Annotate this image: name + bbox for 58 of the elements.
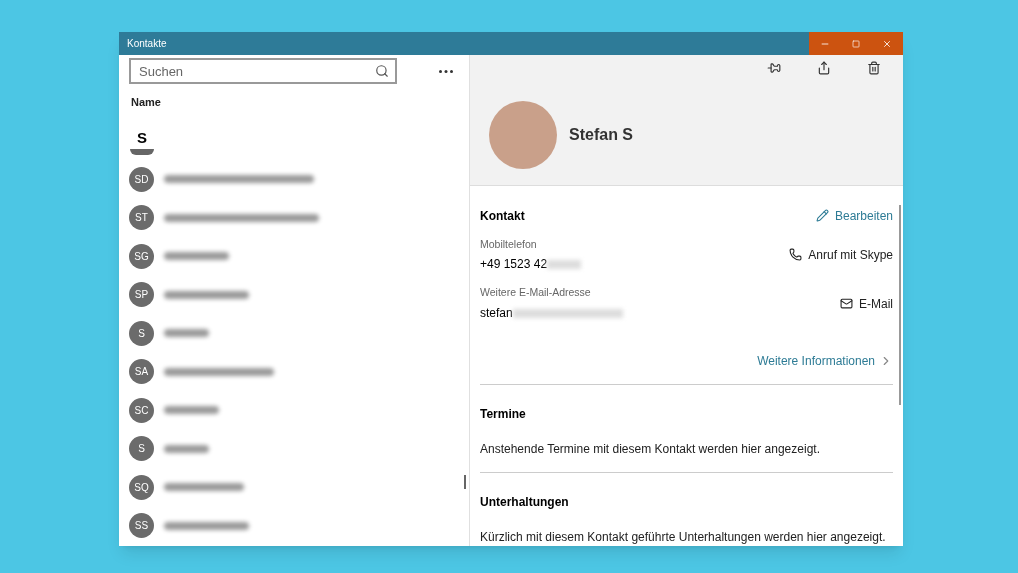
contact-list-item[interactable]: SS — [119, 506, 469, 545]
section-title: Unterhaltungen — [480, 494, 570, 511]
contact-list-item[interactable]: SQ — [119, 468, 469, 507]
initials-avatar: S — [129, 320, 154, 346]
scrollbar — [464, 475, 466, 489]
contact-list-item[interactable]: SP — [119, 275, 469, 314]
contact-list-item[interactable]: SA — [119, 352, 469, 391]
initials-avatar: SS — [129, 513, 154, 539]
more-button[interactable] — [439, 69, 453, 73]
envelope-icon — [840, 297, 853, 311]
maximize-icon — [851, 39, 860, 48]
initials-avatar: S — [129, 436, 154, 462]
delete-icon — [867, 61, 881, 75]
blurred-name — [164, 444, 209, 453]
blurred-name — [164, 252, 229, 261]
window-title: Kontakte — [127, 37, 168, 51]
blurred-name — [164, 406, 219, 415]
field-label: Weitere E-Mail-Adresse — [480, 285, 592, 301]
initials-avatar: SA — [129, 359, 154, 385]
section-title: Termine — [480, 406, 527, 423]
field-value: +49 1523 42 — [480, 256, 548, 274]
initials-avatar: SC — [129, 397, 154, 423]
edit-link[interactable]: Bearbeiten — [815, 206, 893, 225]
search-icon — [375, 64, 389, 78]
redacted-text — [547, 259, 582, 269]
contact-list-item[interactable]: SD — [119, 160, 469, 199]
pin-icon — [767, 61, 781, 75]
section-text: Kürzlich mit diesem Kontakt geführte Unterhaltungen werden hier angezeigt. — [480, 529, 887, 546]
pin-button[interactable] — [767, 61, 781, 75]
field-value: stefan — [480, 305, 513, 322]
contact-list-item[interactable]: SC — [119, 391, 469, 430]
share-button[interactable] — [817, 61, 831, 75]
contact-list-item[interactable]: SG — [119, 237, 469, 276]
field-label: Mobiltelefon — [480, 236, 538, 252]
call-link[interactable]: Anruf mit Skype — [789, 245, 893, 264]
contact-list-item[interactable]: ST — [119, 198, 469, 237]
blurred-name — [164, 329, 209, 338]
more-icon — [439, 69, 453, 73]
more-info-link[interactable]: Weitere Informationen — [757, 352, 893, 370]
initials-avatar: SP — [129, 282, 154, 308]
initials-avatar: ST — [129, 205, 154, 231]
share-icon — [817, 61, 831, 75]
list-heading: Name — [131, 95, 161, 110]
initials-avatar: SQ — [129, 474, 154, 500]
search-field[interactable]: Suchen — [129, 58, 397, 84]
phone-icon — [789, 248, 803, 262]
initials-avatar: SD — [129, 166, 154, 192]
close-icon — [882, 38, 892, 49]
pencil-icon — [815, 209, 829, 222]
contact-list-item[interactable]: S — [119, 314, 469, 353]
section-text: Anstehende Termine mit diesem Kontakt werden hier angezeigt. — [480, 441, 821, 458]
contact-name: Stefan S — [569, 125, 633, 145]
group-letter: S — [137, 127, 147, 148]
contact-list-item[interactable]: S — [119, 429, 469, 468]
section-title: Kontakt — [480, 207, 525, 225]
email-link[interactable]: E-Mail — [840, 294, 893, 313]
delete-button[interactable] — [867, 61, 881, 75]
initials-avatar: SG — [129, 243, 154, 269]
